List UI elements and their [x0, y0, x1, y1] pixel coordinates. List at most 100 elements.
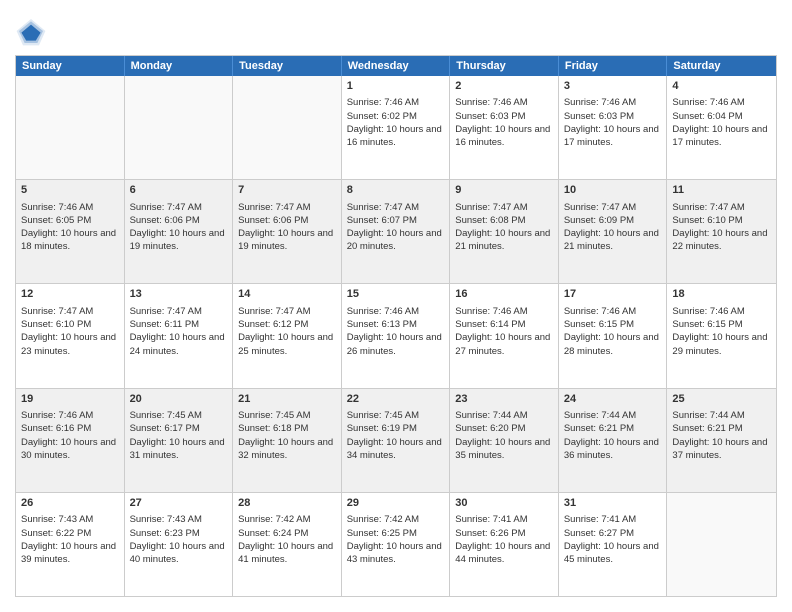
day-info: Sunset: 6:10 PM	[21, 318, 119, 331]
day-info: Sunrise: 7:46 AM	[672, 96, 771, 109]
calendar-cell	[16, 76, 125, 179]
calendar-cell	[233, 76, 342, 179]
day-info: Sunrise: 7:43 AM	[21, 513, 119, 526]
calendar-cell: 21 Sunrise: 7:45 AMSunset: 6:18 PMDayligh…	[233, 389, 342, 492]
day-info: Sunrise: 7:42 AM	[347, 513, 445, 526]
day-info: Sunrise: 7:43 AM	[130, 513, 228, 526]
day-info: Sunrise: 7:47 AM	[130, 201, 228, 214]
calendar-cell: 26Sunrise: 7:43 AMSunset: 6:22 PMDayligh…	[16, 493, 125, 596]
calendar-cell: 20Sunrise: 7:45 AMSunset: 6:17 PMDayligh…	[125, 389, 234, 492]
day-info: Daylight: 10 hours and 21 minutes.	[564, 227, 662, 254]
day-info: Sunrise: 7:42 AM	[238, 513, 336, 526]
calendar-cell: 30Sunrise: 7:41 AMSunset: 6:26 PMDayligh…	[450, 493, 559, 596]
calendar-cell: 19Sunrise: 7:46 AMSunset: 6:16 PMDayligh…	[16, 389, 125, 492]
day-info: Daylight: 10 hours and 24 minutes.	[130, 331, 228, 358]
calendar-cell: 2Sunrise: 7:46 AMSunset: 6:03 PMDaylight…	[450, 76, 559, 179]
calendar-cell: 8Sunrise: 7:47 AMSunset: 6:07 PMDaylight…	[342, 180, 451, 283]
logo	[15, 15, 51, 47]
day-header-tuesday: Tuesday	[233, 56, 342, 76]
day-number: 27	[130, 496, 228, 511]
calendar-cell: 28Sunrise: 7:42 AMSunset: 6:24 PMDayligh…	[233, 493, 342, 596]
day-number: 13	[130, 287, 228, 302]
day-info: Sunset: 6:08 PM	[455, 214, 553, 227]
day-info: Daylight: 10 hours and 28 minutes.	[564, 331, 662, 358]
calendar-cell: 29Sunrise: 7:42 AMSunset: 6:25 PMDayligh…	[342, 493, 451, 596]
day-info: Sunset: 6:26 PM	[455, 527, 553, 540]
day-header-monday: Monday	[125, 56, 234, 76]
day-number: 22	[347, 392, 445, 407]
calendar-cell: 6Sunrise: 7:47 AMSunset: 6:06 PMDaylight…	[125, 180, 234, 283]
day-number: 30	[455, 496, 553, 511]
day-info: Daylight: 10 hours and 41 minutes.	[238, 540, 336, 567]
day-info: Sunset: 6:18 PM	[238, 422, 336, 435]
calendar-cell: 24Sunrise: 7:44 AMSunset: 6:21 PMDayligh…	[559, 389, 668, 492]
calendar-cell: 18Sunrise: 7:46 AMSunset: 6:15 PMDayligh…	[667, 284, 776, 387]
day-number: 1	[347, 79, 445, 94]
day-number: 21	[238, 392, 336, 407]
calendar-cell: 14Sunrise: 7:47 AMSunset: 6:12 PMDayligh…	[233, 284, 342, 387]
day-info: Daylight: 10 hours and 19 minutes.	[238, 227, 336, 254]
day-info: Sunrise: 7:46 AM	[672, 305, 771, 318]
day-info: Daylight: 10 hours and 44 minutes.	[455, 540, 553, 567]
day-number: 16	[455, 287, 553, 302]
day-number: 5	[21, 183, 119, 198]
calendar-cell: 1Sunrise: 7:46 AMSunset: 6:02 PMDaylight…	[342, 76, 451, 179]
day-number: 18	[672, 287, 771, 302]
day-number: 8	[347, 183, 445, 198]
day-info: Sunset: 6:06 PM	[238, 214, 336, 227]
day-number: 7	[238, 183, 336, 198]
day-number: 2	[455, 79, 553, 94]
calendar-cell: 15Sunrise: 7:46 AMSunset: 6:13 PMDayligh…	[342, 284, 451, 387]
day-number: 28	[238, 496, 336, 511]
day-info: Daylight: 10 hours and 43 minutes.	[347, 540, 445, 567]
day-number: 9	[455, 183, 553, 198]
day-info: Daylight: 10 hours and 32 minutes.	[238, 436, 336, 463]
calendar-cell: 22 Sunrise: 7:45 AMSunset: 6:19 PMDayligh…	[342, 389, 451, 492]
calendar-cell: 27Sunrise: 7:43 AMSunset: 6:23 PMDayligh…	[125, 493, 234, 596]
day-info: Daylight: 10 hours and 35 minutes.	[455, 436, 553, 463]
calendar-cell: 23Sunrise: 7:44 AMSunset: 6:20 PMDayligh…	[450, 389, 559, 492]
day-number: 4	[672, 79, 771, 94]
day-info: Daylight: 10 hours and 31 minutes.	[130, 436, 228, 463]
day-info: Sunrise: 7:47 AM	[347, 201, 445, 214]
day-number: 25	[672, 392, 771, 407]
day-info: Daylight: 10 hours and 25 minutes.	[238, 331, 336, 358]
calendar-header: SundayMondayTuesdayWednesdayThursdayFrid…	[16, 56, 776, 76]
day-info: Daylight: 10 hours and 21 minutes.	[455, 227, 553, 254]
calendar-week-5: 26Sunrise: 7:43 AMSunset: 6:22 PMDayligh…	[16, 493, 776, 596]
day-info: Sunrise: 7:47 AM	[672, 201, 771, 214]
calendar-cell: 5Sunrise: 7:46 AMSunset: 6:05 PMDaylight…	[16, 180, 125, 283]
day-info: Sunset: 6:05 PM	[21, 214, 119, 227]
day-info: Daylight: 10 hours and 22 minutes.	[672, 227, 771, 254]
day-info: Sunrise: 7:47 AM	[238, 305, 336, 318]
day-info: Sunset: 6:27 PM	[564, 527, 662, 540]
day-info: Sunset: 6:11 PM	[130, 318, 228, 331]
day-info: Daylight: 10 hours and 34 minutes.	[347, 436, 445, 463]
day-info: Sunset: 6:06 PM	[130, 214, 228, 227]
day-info: Sunrise: 7:44 AM	[564, 409, 662, 422]
day-header-friday: Friday	[559, 56, 668, 76]
day-info: Sunset: 6:19 PM	[347, 422, 445, 435]
day-number: 19	[21, 392, 119, 407]
day-info: Daylight: 10 hours and 37 minutes.	[672, 436, 771, 463]
day-number: 17	[564, 287, 662, 302]
day-number: 15	[347, 287, 445, 302]
day-info: Sunrise: 7:45 AM	[238, 409, 336, 422]
calendar-week-1: 1Sunrise: 7:46 AMSunset: 6:02 PMDaylight…	[16, 76, 776, 180]
calendar-cell: 3Sunrise: 7:46 AMSunset: 6:03 PMDaylight…	[559, 76, 668, 179]
day-info: Daylight: 10 hours and 17 minutes.	[564, 123, 662, 150]
day-info: Sunset: 6:20 PM	[455, 422, 553, 435]
day-info: Sunset: 6:17 PM	[130, 422, 228, 435]
day-number: 14	[238, 287, 336, 302]
day-info: Daylight: 10 hours and 45 minutes.	[564, 540, 662, 567]
calendar-week-4: 19Sunrise: 7:46 AMSunset: 6:16 PMDayligh…	[16, 389, 776, 493]
day-info: Daylight: 10 hours and 19 minutes.	[130, 227, 228, 254]
day-info: Daylight: 10 hours and 16 minutes.	[347, 123, 445, 150]
day-info: Sunrise: 7:46 AM	[347, 96, 445, 109]
calendar-cell: 10Sunrise: 7:47 AMSunset: 6:09 PMDayligh…	[559, 180, 668, 283]
day-info: Sunset: 6:13 PM	[347, 318, 445, 331]
day-info: Daylight: 10 hours and 16 minutes.	[455, 123, 553, 150]
day-number: 12	[21, 287, 119, 302]
page: SundayMondayTuesdayWednesdayThursdayFrid…	[0, 0, 792, 612]
day-info: Sunrise: 7:45 AM	[347, 409, 445, 422]
